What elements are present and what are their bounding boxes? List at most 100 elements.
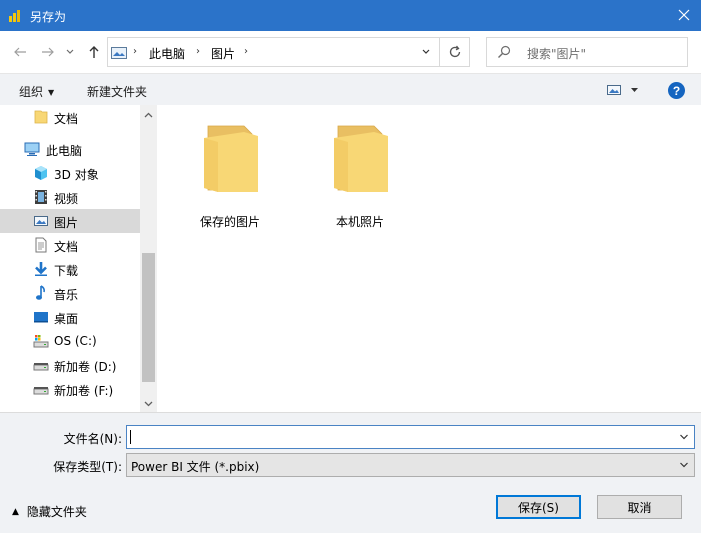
sidebar-item-downloads[interactable]: 下载 (0, 257, 140, 281)
sidebar-item-label: OS (C:) (54, 334, 97, 348)
back-button[interactable] (11, 43, 29, 61)
help-button[interactable]: ? (668, 82, 685, 99)
sidebar-item-label: 此电脑 (46, 144, 83, 158)
sidebar-item-this-pc[interactable]: 此电脑 (0, 137, 140, 161)
hide-folders-label: 隐藏文件夹 (26, 505, 87, 519)
hide-folders-toggle[interactable]: ▲ 隐藏文件夹 (12, 503, 87, 520)
filetype-value: Power BI 文件 (*.pbix) (131, 460, 260, 474)
filename-label: 文件名(N): (63, 432, 122, 446)
sidebar-item-label: 文档 (54, 112, 79, 126)
divider (439, 38, 440, 66)
folder-label: 保存的图片 (199, 215, 260, 229)
close-button[interactable] (670, 4, 698, 26)
computer-icon (24, 141, 40, 157)
arrow-right-icon (42, 47, 54, 57)
sidebar-item-label: 新加卷 (D:) (54, 360, 117, 374)
filetype-dropdown-button[interactable] (676, 457, 692, 473)
search-placeholder: 搜索"图片" (527, 47, 587, 61)
sidebar-item-label: 视频 (54, 192, 79, 206)
chevron-down-icon (66, 49, 74, 54)
save-button[interactable]: 保存(S) (496, 495, 581, 519)
sidebar-item-3d-objects[interactable]: 3D 对象 (0, 161, 140, 185)
breadcrumb-separator: › (244, 46, 248, 57)
breadcrumb-this-pc[interactable]: 此电脑 (149, 45, 185, 62)
chevron-down-icon (680, 434, 688, 440)
file-list: 保存的图片 本机照片 (157, 105, 701, 412)
drive-icon (33, 357, 49, 373)
recent-locations-button[interactable] (61, 43, 79, 61)
window-title: 另存为 (30, 10, 67, 24)
sidebar-item-label: 下载 (54, 264, 79, 278)
chevron-down-icon (144, 401, 153, 407)
title-bar: 另存为 (0, 0, 701, 31)
folder-camera-roll[interactable]: 本机照片 (305, 120, 415, 230)
address-history-dropdown[interactable] (414, 38, 438, 66)
sidebar-item-label: 新加卷 (F:) (54, 384, 114, 398)
sidebar-item-quick-documents[interactable]: 文档 (0, 105, 140, 129)
pictures-location-icon (111, 47, 127, 59)
folder-icon (334, 125, 388, 192)
folder-icon (33, 109, 49, 125)
scroll-down-button[interactable] (140, 395, 157, 412)
download-icon (33, 261, 49, 277)
cancel-button[interactable]: 取消 (597, 495, 682, 519)
refresh-button[interactable] (441, 38, 469, 66)
organize-label: 组织 (19, 85, 44, 99)
sidebar-item-drive-c[interactable]: OS (C:) (0, 329, 140, 353)
arrow-up-icon (89, 46, 99, 58)
breadcrumb-pictures[interactable]: 图片 (211, 45, 235, 62)
chevron-up-icon: ▲ (12, 506, 19, 517)
sidebar-item-drive-f[interactable]: 新加卷 (F:) (0, 377, 140, 401)
sidebar-item-videos[interactable]: 视频 (0, 185, 140, 209)
chevron-up-icon (144, 112, 153, 118)
chevron-down-icon (422, 49, 430, 54)
drive-icon (33, 381, 49, 397)
folder-label: 本机照片 (335, 215, 384, 229)
navigation-row: › 此电脑 › 图片 › 搜索"图片" (0, 31, 701, 73)
new-folder-button[interactable]: 新建文件夹 (87, 83, 147, 100)
chevron-down-icon (680, 462, 688, 468)
sidebar-item-label: 音乐 (54, 288, 79, 302)
organize-button[interactable]: 组织 ▼ (19, 83, 54, 100)
arrow-left-icon (14, 47, 26, 57)
change-view-button[interactable] (605, 82, 645, 98)
os-drive-icon (33, 333, 49, 349)
power-bi-app-icon (9, 10, 20, 22)
breadcrumb-separator: › (133, 46, 137, 57)
new-folder-label: 新建文件夹 (87, 85, 148, 99)
forward-button[interactable] (39, 43, 57, 61)
desktop-icon (33, 309, 49, 325)
filetype-label: 保存类型(T): (53, 460, 122, 474)
caret-down-icon: ▼ (48, 88, 55, 97)
sidebar-item-label: 桌面 (54, 312, 79, 326)
scrollbar-thumb[interactable] (142, 253, 155, 382)
sidebar-item-documents[interactable]: 文档 (0, 233, 140, 257)
sidebar-item-music[interactable]: 音乐 (0, 281, 140, 305)
help-icon: ? (672, 83, 681, 98)
3d-objects-icon (33, 165, 49, 181)
documents-icon (33, 237, 49, 253)
music-icon (33, 285, 49, 301)
address-bar[interactable]: › 此电脑 › 图片 › (107, 37, 470, 67)
sidebar-item-desktop[interactable]: 桌面 (0, 305, 140, 329)
filetype-select[interactable]: Power BI 文件 (*.pbix) (126, 453, 695, 477)
sidebar-item-label: 文档 (54, 240, 79, 254)
pictures-icon (33, 213, 49, 229)
scroll-up-button[interactable] (140, 107, 157, 124)
refresh-icon (449, 45, 461, 58)
view-icon (607, 85, 638, 95)
save-label: 保存(S) (518, 500, 559, 515)
navigation-pane: 文档 此电脑 3D 对象 视频 图片 文档 下载 音乐 桌面 OS (C:) 新… (0, 105, 140, 412)
folder-saved-pictures[interactable]: 保存的图片 (175, 120, 285, 230)
search-icon (498, 45, 511, 58)
search-box[interactable]: 搜索"图片" (486, 37, 688, 67)
filename-dropdown-button[interactable] (676, 429, 692, 445)
folder-icon (204, 125, 258, 192)
text-cursor (130, 430, 131, 444)
sidebar-item-drive-d[interactable]: 新加卷 (D:) (0, 353, 140, 377)
sidebar-item-pictures[interactable]: 图片 (0, 209, 140, 233)
breadcrumb-separator: › (196, 46, 200, 57)
up-button[interactable] (85, 43, 103, 61)
filename-field[interactable] (126, 425, 695, 449)
navigation-scrollbar[interactable] (140, 105, 157, 412)
